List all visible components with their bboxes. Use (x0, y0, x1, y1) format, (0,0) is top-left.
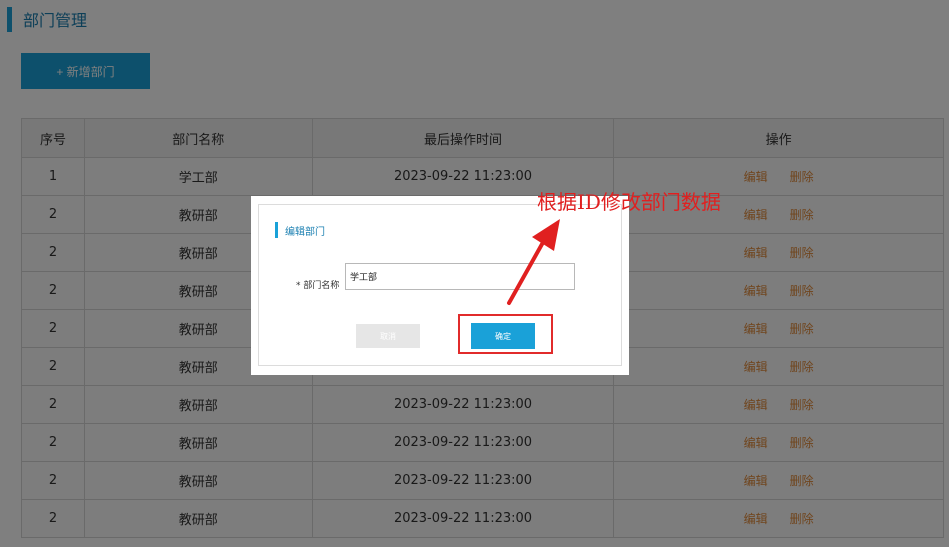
dialog-title: 编辑部门 (285, 226, 325, 238)
dialog-title-accent-bar (275, 222, 278, 238)
dialog-frame: 编辑部门 * 部门名称 取消 确定 (258, 204, 622, 366)
dialog-header: 编辑部门 (275, 222, 325, 238)
annotation-highlight-box (458, 314, 553, 354)
annotation-arrow-icon (507, 219, 560, 305)
department-name-label: * 部门名称 (296, 281, 340, 291)
cancel-button[interactable]: 取消 (356, 324, 420, 348)
annotation-text: 根据ID修改部门数据 (537, 190, 721, 214)
edit-department-dialog: 编辑部门 * 部门名称 取消 确定 (251, 196, 629, 375)
